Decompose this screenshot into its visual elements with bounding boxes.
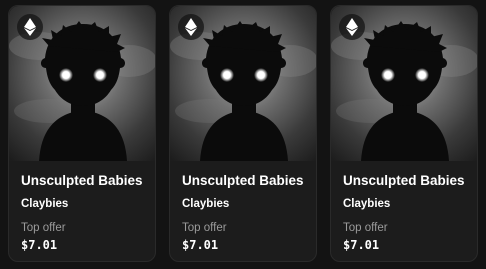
nft-image[interactable] xyxy=(170,6,316,161)
nft-card-info: Unsculpted Babies Claybies Top offer $7.… xyxy=(343,172,469,253)
nft-title[interactable]: Unsculpted Babies xyxy=(182,172,308,190)
nft-image[interactable] xyxy=(331,6,477,161)
collection-name[interactable]: Claybies xyxy=(21,196,147,212)
top-offer-price: $7.01 xyxy=(182,238,219,252)
nft-card[interactable]: Unsculpted Babies Claybies Top offer $7.… xyxy=(330,5,478,262)
ethereum-icon xyxy=(178,14,204,40)
nft-title[interactable]: Unsculpted Babies xyxy=(21,172,147,190)
ethereum-icon xyxy=(17,14,43,40)
nft-title[interactable]: Unsculpted Babies xyxy=(343,172,469,190)
top-offer-label: Top offer xyxy=(182,222,227,234)
nft-card-info: Unsculpted Babies Claybies Top offer $7.… xyxy=(21,172,147,253)
nft-card-info: Unsculpted Babies Claybies Top offer $7.… xyxy=(182,172,308,253)
top-offer-label: Top offer xyxy=(21,222,66,234)
collection-name[interactable]: Claybies xyxy=(182,196,308,212)
ethereum-icon xyxy=(339,14,365,40)
nft-card[interactable]: Unsculpted Babies Claybies Top offer $7.… xyxy=(8,5,156,262)
top-offer-price: $7.01 xyxy=(21,238,58,252)
top-offer-price: $7.01 xyxy=(343,238,380,252)
collection-name[interactable]: Claybies xyxy=(343,196,469,212)
nft-image[interactable] xyxy=(9,6,155,161)
top-offer-label: Top offer xyxy=(343,222,388,234)
nft-card[interactable]: Unsculpted Babies Claybies Top offer $7.… xyxy=(169,5,317,262)
nft-card-grid: Unsculpted Babies Claybies Top offer $7.… xyxy=(0,0,486,269)
